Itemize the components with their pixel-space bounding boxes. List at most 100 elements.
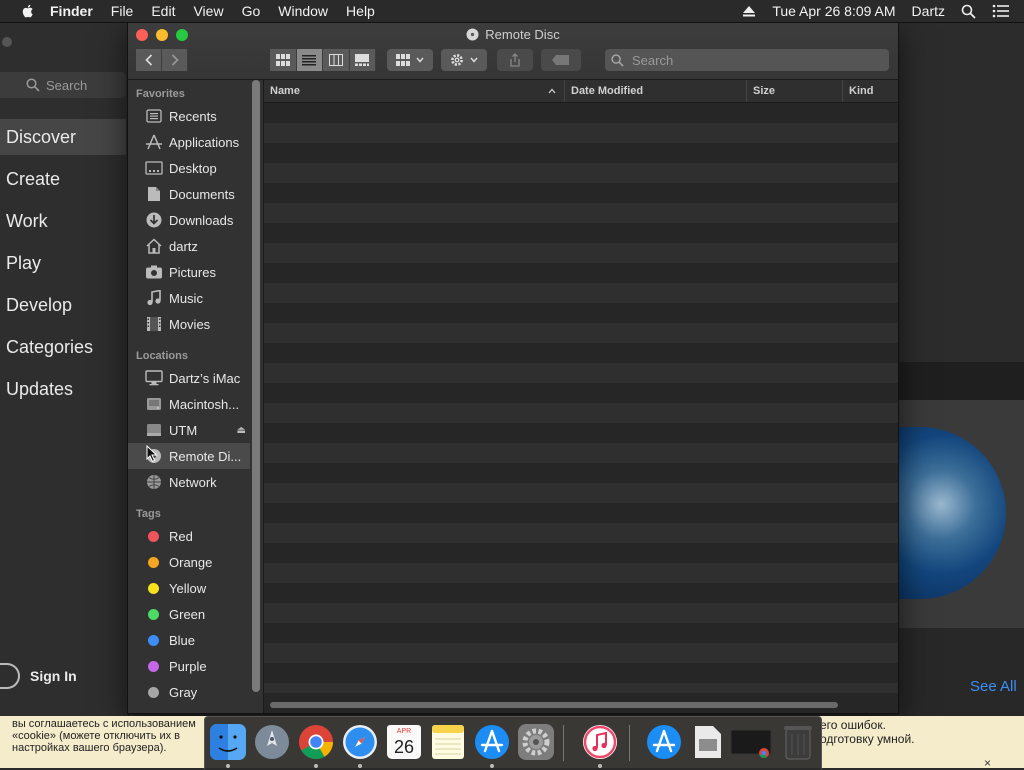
gallery-view-button[interactable] xyxy=(349,49,376,71)
sidebar-item-recents[interactable]: Recents xyxy=(128,103,250,129)
dock-chrome-window[interactable] xyxy=(729,723,775,761)
notification-center-icon[interactable] xyxy=(992,4,1010,18)
banner-text-right: его ошибок. одготовку умной. xyxy=(820,718,1000,746)
nav-work[interactable]: Work xyxy=(0,203,126,239)
dock-finder[interactable] xyxy=(209,723,247,761)
recents-icon xyxy=(144,107,164,125)
sidebar-item-utm[interactable]: UTM ⏏ xyxy=(128,417,250,443)
sidebar-item-network[interactable]: Network xyxy=(128,469,250,495)
sidebar-item-pictures[interactable]: Pictures xyxy=(128,259,250,285)
empty-file-rows[interactable] xyxy=(264,103,898,693)
dock-app-store-download[interactable] xyxy=(645,723,683,761)
nav-discover[interactable]: Discover xyxy=(0,119,126,155)
share-icon xyxy=(510,53,520,67)
finder-search-input[interactable]: Search xyxy=(605,49,889,71)
sidebar-item-label: Orange xyxy=(169,554,213,570)
menu-edit[interactable]: Edit xyxy=(151,3,175,19)
sidebar-item-downloads[interactable]: Downloads xyxy=(128,207,250,233)
sidebar-item-macintosh-hd[interactable]: Macintosh... xyxy=(128,391,250,417)
sidebar-tag-blue[interactable]: Blue xyxy=(128,627,250,653)
dock-separator xyxy=(563,725,564,761)
tag-dot-green xyxy=(148,608,159,620)
sidebar-item-label: Movies xyxy=(169,316,211,332)
sidebar-tag-gray[interactable]: Gray xyxy=(128,679,250,705)
column-view-button[interactable] xyxy=(323,49,350,71)
apple-icon[interactable] xyxy=(20,3,36,19)
menu-go[interactable]: Go xyxy=(242,3,261,19)
menu-finder[interactable]: Finder xyxy=(50,3,93,19)
dock-launchpad[interactable] xyxy=(253,723,291,761)
tag-dot-gray xyxy=(148,686,159,698)
group-button[interactable] xyxy=(387,49,433,71)
dock-chrome[interactable] xyxy=(297,723,335,761)
dock-system-preferences[interactable] xyxy=(517,723,555,761)
app-store-search-input[interactable]: Search xyxy=(0,72,126,98)
eject-icon[interactable] xyxy=(742,4,756,18)
sidebar-item-label: Macintosh... xyxy=(169,396,240,412)
eject-icon[interactable]: ⏏ xyxy=(237,425,246,436)
menu-window[interactable]: Window xyxy=(278,3,328,19)
dock-app-store[interactable] xyxy=(473,723,511,761)
sidebar-item-applications[interactable]: Applications xyxy=(128,129,250,155)
banner-line: его ошибок. xyxy=(820,718,886,732)
forward-button[interactable] xyxy=(162,49,188,71)
sidebar-tag-red[interactable]: Red xyxy=(128,523,250,549)
menu-file[interactable]: File xyxy=(111,3,134,19)
sidebar-tag-orange[interactable]: Orange xyxy=(128,549,250,575)
column-size[interactable]: Size xyxy=(746,80,842,102)
trash-icon xyxy=(784,726,812,760)
user-menu[interactable]: Dartz xyxy=(912,3,945,19)
sidebar-item-label: Yellow xyxy=(169,580,207,596)
column-kind[interactable]: Kind xyxy=(842,80,898,102)
share-button[interactable] xyxy=(497,49,533,71)
nav-updates[interactable]: Updates xyxy=(0,371,126,407)
dock-preview[interactable] xyxy=(689,723,727,761)
sidebar-item-movies[interactable]: Movies xyxy=(128,311,250,337)
sort-ascending-icon xyxy=(548,88,556,94)
menu-bar: Finder File Edit View Go Window Help Tue… xyxy=(0,0,1024,23)
dock-itunes[interactable] xyxy=(581,723,619,761)
sidebar-item-label: Documents xyxy=(169,186,235,202)
document-icon xyxy=(695,726,721,758)
dock-notes[interactable] xyxy=(429,723,467,761)
banner-line: одготовку умной. xyxy=(820,732,915,746)
nav-create[interactable]: Create xyxy=(0,161,126,197)
spotlight-icon[interactable] xyxy=(961,4,976,19)
horizontal-scrollbar[interactable] xyxy=(270,702,838,708)
back-button[interactable] xyxy=(136,49,162,71)
column-name[interactable]: Name xyxy=(264,80,564,102)
dock-calendar[interactable]: APR 26 xyxy=(385,723,423,761)
icon-view-button[interactable] xyxy=(270,49,297,71)
sidebar-item-music[interactable]: Music xyxy=(128,285,250,311)
dock-trash[interactable] xyxy=(779,723,817,761)
sidebar-item-desktop[interactable]: Desktop xyxy=(128,155,250,181)
sidebar-item-label: Green xyxy=(169,606,206,622)
window-button[interactable] xyxy=(2,37,12,47)
app-store-sidebar: Search Discover Create Work Play Develop… xyxy=(0,22,129,716)
sidebar-tag-purple[interactable]: Purple xyxy=(128,653,250,679)
edit-tags-button[interactable] xyxy=(541,49,581,71)
sidebar-item-label: Remote Di... xyxy=(169,448,242,464)
nav-develop[interactable]: Develop xyxy=(0,287,126,323)
sidebar-item-documents[interactable]: Documents xyxy=(128,181,250,207)
app-store-icon xyxy=(475,725,509,759)
sidebar-tag-green[interactable]: Green xyxy=(128,601,250,627)
menu-help[interactable]: Help xyxy=(346,3,375,19)
sidebar-scrollbar[interactable] xyxy=(252,80,260,692)
notes-icon xyxy=(432,725,464,759)
menu-view[interactable]: View xyxy=(193,3,223,19)
list-header: Name Date Modified Size Kind xyxy=(264,80,898,103)
sidebar-item-imac[interactable]: Dartz’s iMac xyxy=(128,365,250,391)
action-button[interactable] xyxy=(441,49,487,71)
nav-play[interactable]: Play xyxy=(0,245,126,281)
clock[interactable]: Tue Apr 26 8:09 AM xyxy=(772,3,895,19)
see-all-link[interactable]: See All xyxy=(970,678,1017,695)
sidebar-item-home[interactable]: dartz xyxy=(128,233,250,259)
list-view-button[interactable] xyxy=(296,49,323,71)
sign-in-button[interactable]: Sign In xyxy=(0,662,77,690)
sidebar-tag-yellow[interactable]: Yellow xyxy=(128,575,250,601)
column-date-modified[interactable]: Date Modified xyxy=(564,80,746,102)
dock-safari[interactable] xyxy=(341,723,379,761)
nav-categories[interactable]: Categories xyxy=(0,329,126,365)
tag-dot-yellow xyxy=(148,582,159,594)
